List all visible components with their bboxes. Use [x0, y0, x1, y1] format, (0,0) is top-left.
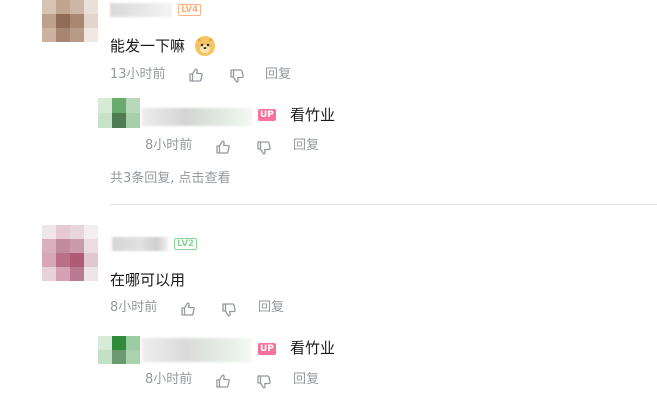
comment-text: 在哪可以用	[110, 271, 186, 289]
reply-text: 看竹业	[290, 106, 336, 124]
comment-divider	[110, 204, 657, 205]
view-more-replies[interactable]: 共3条回复, 点击查看	[110, 171, 231, 187]
like-icon[interactable]	[188, 67, 204, 83]
reply-time: 8小时前	[145, 138, 193, 153]
level-badge: LV2	[174, 238, 197, 250]
reply-avatar[interactable]	[98, 336, 140, 364]
dislike-icon[interactable]	[256, 140, 272, 156]
reply-text: 看竹业	[290, 339, 336, 357]
username-redacted[interactable]	[112, 237, 168, 251]
reply-time: 8小时前	[145, 372, 193, 387]
comment-text-content: 能发一下嘛	[110, 37, 186, 55]
comment-time: 8小时前	[110, 300, 158, 315]
avatar[interactable]	[42, 225, 98, 281]
reply-button[interactable]: 回复	[293, 372, 319, 388]
reply-avatar[interactable]	[98, 98, 140, 128]
reply-button[interactable]: 回复	[265, 67, 291, 83]
like-icon[interactable]	[215, 139, 231, 155]
doge-emoji-icon	[195, 36, 215, 56]
reply-button[interactable]: 回复	[293, 138, 319, 154]
comment-time: 13小时前	[110, 67, 166, 82]
username-redacted[interactable]	[110, 3, 172, 17]
dislike-icon[interactable]	[229, 68, 245, 84]
dislike-icon[interactable]	[256, 374, 272, 390]
reply-username-redacted[interactable]	[142, 108, 252, 126]
dislike-icon[interactable]	[221, 302, 237, 318]
like-icon[interactable]	[215, 373, 231, 389]
comment-text: 能发一下嘛	[110, 36, 185, 56]
reply-username-redacted[interactable]	[142, 338, 252, 362]
level-badge: LV4	[178, 4, 201, 16]
up-badge: UP	[258, 109, 276, 121]
up-badge: UP	[258, 343, 276, 355]
like-icon[interactable]	[180, 301, 196, 317]
avatar[interactable]	[42, 0, 98, 42]
reply-button[interactable]: 回复	[258, 300, 284, 316]
